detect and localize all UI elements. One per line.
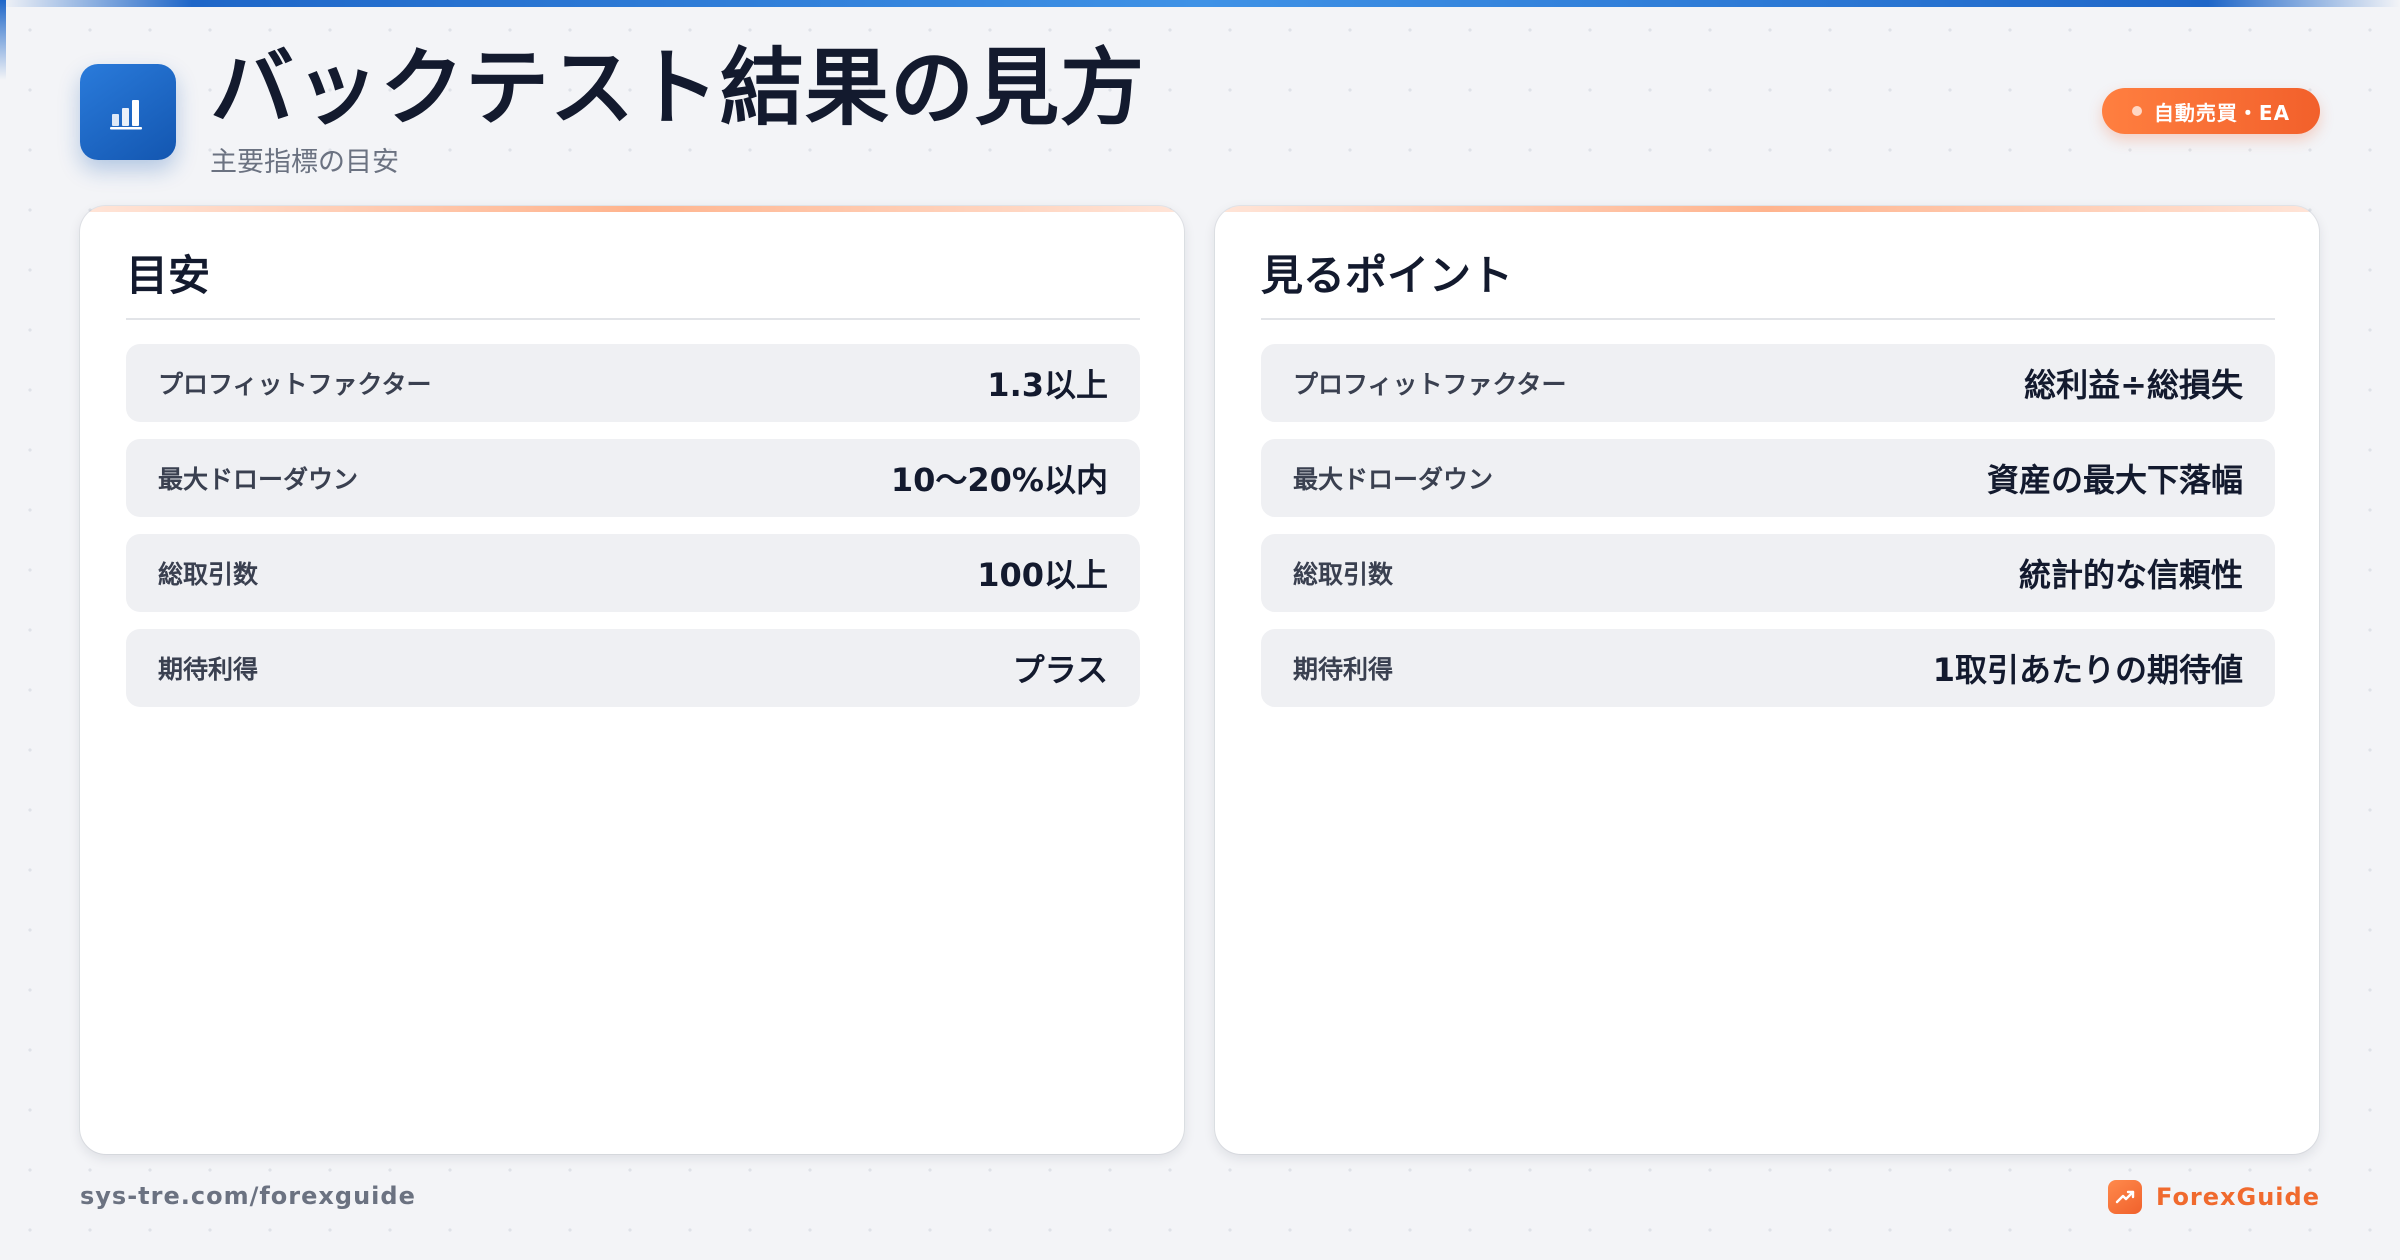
- card-title: 見るポイント: [1261, 251, 1514, 300]
- metric-row: 期待利得 プラス: [126, 629, 1140, 707]
- metric-value: 1.3以上: [987, 366, 1108, 404]
- metric-row: 期待利得 1取引あたりの期待値: [1261, 629, 2275, 707]
- metric-label: 最大ドローダウン: [158, 465, 359, 494]
- card-divider: [126, 318, 1140, 320]
- metric-label: プロフィットファクター: [1293, 370, 1567, 399]
- guideline-card: 目安 プロフィットファクター 1.3以上 最大ドローダウン 10〜20%以内 総…: [80, 206, 1184, 1154]
- page-title: バックテスト結果の見方: [210, 39, 1146, 137]
- trending-up-icon: [2108, 1180, 2143, 1214]
- footer-brand: ForexGuide: [2108, 1180, 2320, 1214]
- metric-label: 総取引数: [158, 560, 259, 589]
- card-title: 目安: [126, 251, 211, 300]
- left-accent-bar: [0, 0, 6, 80]
- metric-label: プロフィットファクター: [158, 370, 432, 399]
- metric-list: プロフィットファクター 総利益÷総損失 最大ドローダウン 資産の最大下落幅 総取…: [1261, 344, 2275, 724]
- category-badge: 自動売買・EA: [2102, 88, 2320, 134]
- card-divider: [1261, 318, 2275, 320]
- metric-label: 総取引数: [1293, 560, 1394, 589]
- brand-name: ForexGuide: [2156, 1183, 2320, 1211]
- page-subtitle: 主要指標の目安: [210, 147, 399, 178]
- top-accent-bar: [0, 0, 2400, 7]
- metric-row: 最大ドローダウン 資産の最大下落幅: [1261, 439, 2275, 517]
- metric-label: 最大ドローダウン: [1293, 465, 1494, 494]
- checkpoint-card: 見るポイント プロフィットファクター 総利益÷総損失 最大ドローダウン 資産の最…: [1215, 206, 2319, 1154]
- badge-dot-icon: [2131, 106, 2142, 116]
- metric-value: 資産の最大下落幅: [1986, 461, 2243, 499]
- metric-label: 期待利得: [1293, 655, 1394, 684]
- category-badge-label: 自動売買・EA: [2153, 100, 2291, 125]
- metric-value: 総利益÷総損失: [2024, 366, 2243, 404]
- metric-list: プロフィットファクター 1.3以上 最大ドローダウン 10〜20%以内 総取引数…: [126, 344, 1140, 724]
- metric-label: 期待利得: [158, 655, 259, 684]
- metric-value: 統計的な信頼性: [2018, 556, 2243, 594]
- metric-row: プロフィットファクター 総利益÷総損失: [1261, 344, 2275, 422]
- bar-chart-icon: [110, 100, 142, 130]
- metric-row: プロフィットファクター 1.3以上: [126, 344, 1140, 422]
- metric-row: 総取引数 100以上: [126, 534, 1140, 612]
- metric-value: 1取引あたりの期待値: [1932, 651, 2243, 689]
- logo-tile: [80, 64, 176, 160]
- metric-value: 100以上: [977, 556, 1108, 594]
- footer-url: sys-tre.com/forexguide: [80, 1182, 416, 1210]
- metric-value: プラス: [1012, 651, 1108, 689]
- metric-value: 10〜20%以内: [890, 461, 1108, 499]
- metric-row: 総取引数 統計的な信頼性: [1261, 534, 2275, 612]
- metric-row: 最大ドローダウン 10〜20%以内: [126, 439, 1140, 517]
